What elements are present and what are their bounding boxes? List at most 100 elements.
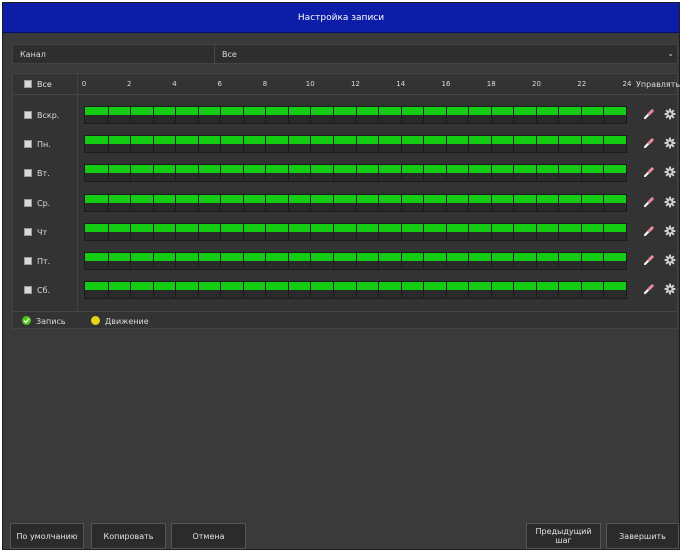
day-label: Чт: [37, 227, 48, 237]
eraser-icon[interactable]: [643, 137, 655, 149]
hour-divider: [513, 136, 515, 153]
hour-divider: [130, 223, 132, 240]
hour-tick-label: 24: [622, 80, 632, 88]
hour-divider: [400, 194, 402, 211]
gear-icon[interactable]: [664, 108, 676, 120]
day-row: Пт.: [13, 247, 677, 276]
day-checkbox[interactable]: [24, 169, 32, 178]
hour-divider: [445, 223, 447, 240]
channel-select-value: Все: [222, 50, 237, 59]
hour-divider: [468, 223, 470, 240]
hour-divider: [378, 165, 380, 182]
hour-divider: [535, 194, 537, 211]
day-timeline[interactable]: [84, 106, 627, 124]
day-timeline[interactable]: [84, 135, 627, 154]
hour-divider: [445, 253, 447, 269]
hour-divider: [378, 107, 380, 123]
hour-divider: [558, 165, 560, 182]
hour-divider: [603, 253, 605, 269]
hour-divider: [580, 282, 582, 299]
hour-divider: [332, 165, 334, 182]
gear-icon[interactable]: [664, 254, 676, 266]
hour-divider: [603, 107, 605, 123]
gear-icon[interactable]: [664, 225, 676, 237]
hour-divider: [535, 253, 537, 269]
channel-label: Канал: [20, 50, 46, 59]
hour-divider: [332, 253, 334, 269]
hour-divider: [287, 136, 289, 153]
previous-step-button[interactable]: Предыдущий шаг: [526, 523, 601, 549]
copy-button[interactable]: Копировать: [91, 523, 166, 549]
hour-divider: [603, 165, 605, 182]
hour-divider: [490, 107, 492, 123]
hour-divider: [220, 282, 222, 299]
default-button[interactable]: По умолчанию: [10, 523, 84, 549]
hour-divider: [378, 136, 380, 153]
hour-divider: [490, 282, 492, 299]
hour-divider: [378, 194, 380, 211]
cancel-button[interactable]: Отмена: [171, 523, 246, 549]
hour-divider: [490, 136, 492, 153]
hour-divider: [603, 282, 605, 299]
hour-divider: [197, 165, 199, 182]
hour-divider: [310, 107, 312, 123]
hour-divider: [152, 136, 154, 153]
hour-divider: [332, 282, 334, 299]
hour-divider: [265, 253, 267, 269]
day-checkbox[interactable]: [24, 286, 32, 295]
hour-divider: [423, 223, 425, 240]
hour-divider: [445, 165, 447, 182]
hour-divider: [400, 136, 402, 153]
day-timeline[interactable]: [84, 193, 627, 212]
day-checkbox[interactable]: [24, 111, 32, 119]
eraser-icon[interactable]: [643, 225, 655, 237]
hour-divider: [152, 165, 154, 182]
eraser-icon[interactable]: [643, 108, 655, 120]
day-timeline[interactable]: [84, 252, 627, 270]
hour-divider: [310, 136, 312, 153]
hour-divider: [423, 282, 425, 299]
hour-divider: [242, 194, 244, 211]
day-checkbox[interactable]: [24, 198, 32, 207]
hour-divider: [603, 136, 605, 153]
hour-divider: [490, 253, 492, 269]
day-label: Ср.: [37, 198, 51, 208]
day-row: Чт: [13, 218, 677, 247]
day-timeline[interactable]: [84, 222, 627, 241]
hour-divider: [220, 165, 222, 182]
hour-divider: [513, 253, 515, 269]
hour-divider: [242, 253, 244, 269]
hour-divider: [175, 223, 177, 240]
finish-button[interactable]: Завершить: [606, 523, 679, 549]
select-all-checkbox[interactable]: [24, 80, 32, 88]
hour-tick-label: 10: [305, 80, 315, 88]
hour-divider: [603, 223, 605, 240]
gear-icon[interactable]: [664, 283, 676, 295]
hour-divider: [513, 107, 515, 123]
channel-select[interactable]: Все ⌄: [214, 45, 678, 63]
gear-icon[interactable]: [664, 166, 676, 178]
day-checkbox[interactable]: [24, 227, 32, 236]
hour-divider: [332, 194, 334, 211]
hour-divider: [445, 107, 447, 123]
eraser-icon[interactable]: [643, 254, 655, 266]
eraser-icon[interactable]: [643, 196, 655, 208]
gear-icon[interactable]: [664, 196, 676, 208]
eraser-icon[interactable]: [643, 283, 655, 295]
day-timeline[interactable]: [84, 164, 627, 183]
day-timeline[interactable]: [84, 281, 627, 300]
hour-divider: [242, 223, 244, 240]
gear-icon[interactable]: [664, 137, 676, 149]
hour-divider: [558, 194, 560, 211]
hour-divider: [332, 223, 334, 240]
hour-divider: [445, 136, 447, 153]
eraser-icon[interactable]: [643, 166, 655, 178]
day-checkbox[interactable]: [24, 140, 32, 149]
hour-divider: [580, 194, 582, 211]
hour-divider: [107, 223, 109, 240]
hour-divider: [197, 194, 199, 211]
day-row: Пн.: [13, 130, 677, 159]
day-label: Сб.: [37, 286, 51, 296]
day-checkbox[interactable]: [24, 257, 32, 265]
hour-divider: [130, 165, 132, 182]
